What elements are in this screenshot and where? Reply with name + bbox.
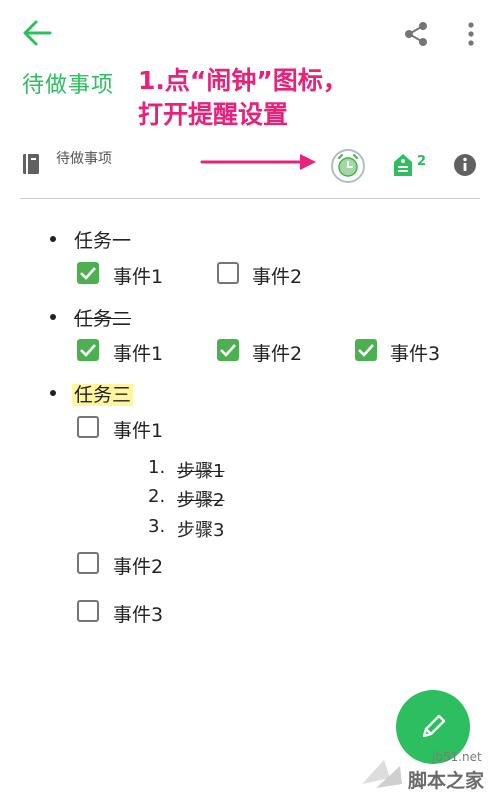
task-3-label: 任务三 <box>72 380 134 407</box>
watermark-logo-icon <box>362 760 402 788</box>
task1-item2-label: 事件2 <box>252 266 303 288</box>
task3-item3-label: 事件3 <box>113 604 164 626</box>
watermark-site: jb51.net <box>432 750 482 764</box>
step-number: 1. <box>148 457 166 478</box>
checkbox-task2-item1[interactable] <box>77 339 99 361</box>
step-number: 2. <box>148 486 166 507</box>
watermark: jb51.net 脚本之家 <box>360 748 500 798</box>
bullet <box>50 236 56 242</box>
task1-item1-label: 事件1 <box>113 266 164 288</box>
bullet <box>50 390 56 396</box>
step-1-label: 步骤1 <box>177 461 225 482</box>
step-2-label: 步骤2 <box>177 490 225 511</box>
checkbox-task2-item2[interactable] <box>217 339 239 361</box>
pencil-icon <box>422 714 446 738</box>
watermark-name: 脚本之家 <box>408 770 485 792</box>
task2-item1-label: 事件1 <box>113 343 164 365</box>
checkbox-task1-item1[interactable] <box>77 262 99 284</box>
checkbox-task1-item2[interactable] <box>217 262 239 284</box>
task3-item1-label: 事件1 <box>113 420 164 442</box>
checkbox-task3-item1[interactable] <box>77 416 99 438</box>
task2-item3-label: 事件3 <box>390 343 441 365</box>
note-body: 任务一 事件1 事件2 任务二 事件1 事件2 事件3 任务三 事件1 1. 步… <box>0 0 500 798</box>
task3-item2-label: 事件2 <box>113 556 164 578</box>
checkbox-task3-item3[interactable] <box>77 600 99 622</box>
task-2-label: 任务二 <box>74 308 132 330</box>
task-3-highlight: 任务三 <box>72 384 134 406</box>
step-3-label: 步骤3 <box>177 520 225 541</box>
checkbox-task3-item2[interactable] <box>77 552 99 574</box>
task2-item2-label: 事件2 <box>252 343 303 365</box>
bullet <box>50 314 56 320</box>
checkbox-task2-item3[interactable] <box>355 339 377 361</box>
step-number: 3. <box>148 516 166 537</box>
task-1-label: 任务一 <box>74 230 132 252</box>
